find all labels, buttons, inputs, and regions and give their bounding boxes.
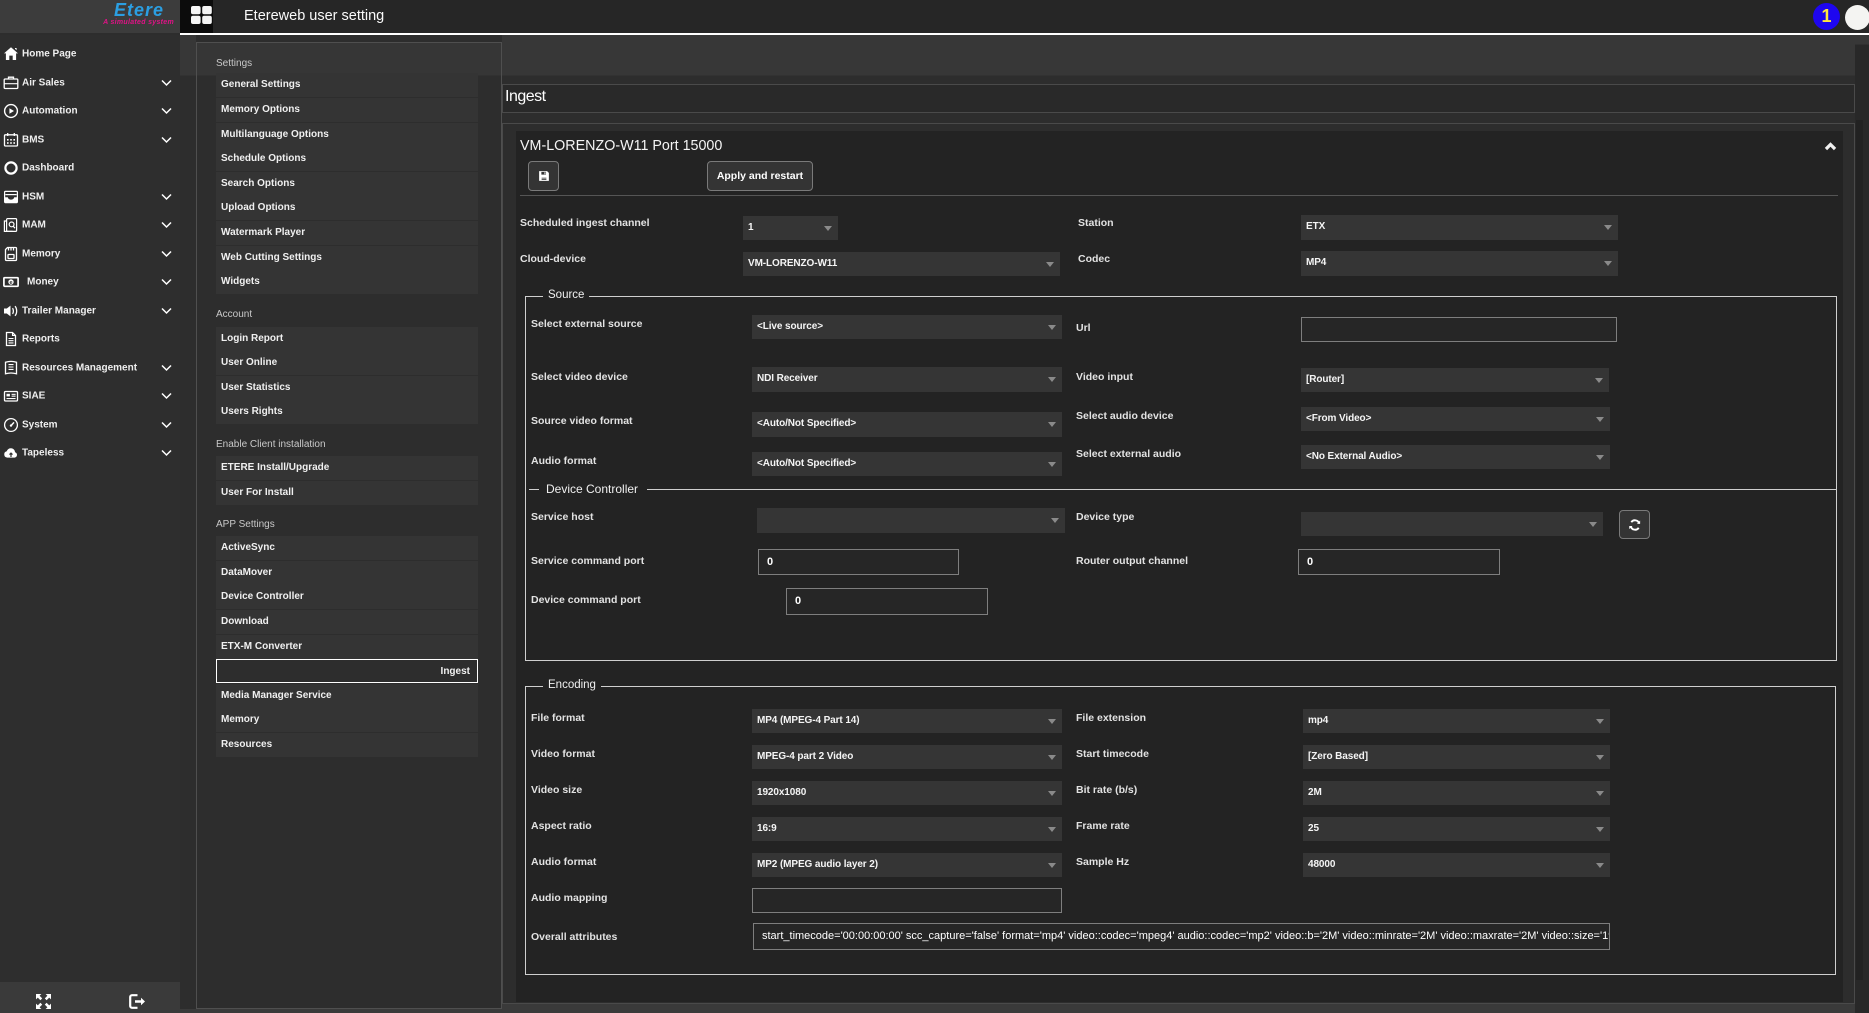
- svg-text:e: e: [9, 280, 12, 286]
